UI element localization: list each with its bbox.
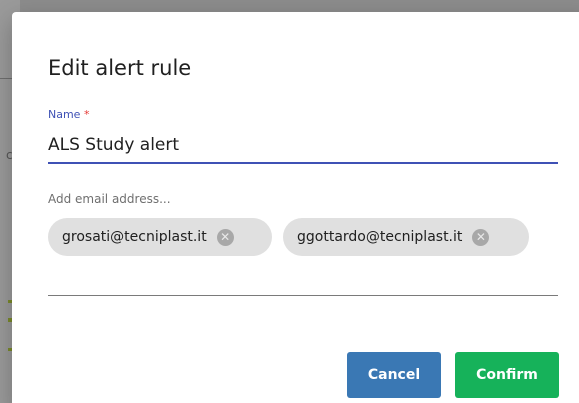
name-input[interactable]	[48, 130, 558, 160]
email-chip-label: ggottardo@tecniplast.it	[297, 229, 463, 245]
name-field-label: Name *	[48, 108, 89, 121]
dialog-title: Edit alert rule	[48, 56, 192, 80]
cancel-circle-icon[interactable]: ✕	[216, 228, 234, 246]
email-chip[interactable]: grosati@tecniplast.it ✕	[48, 218, 272, 256]
confirm-button[interactable]: Confirm	[455, 352, 559, 398]
cancel-button[interactable]: Cancel	[347, 352, 441, 398]
cancel-circle-icon[interactable]: ✕	[472, 228, 490, 246]
edit-alert-rule-dialog: Edit alert rule Name * Add email address…	[12, 12, 579, 403]
email-chip-label: grosati@tecniplast.it	[62, 229, 207, 245]
email-input-underline	[48, 295, 558, 296]
required-marker: *	[83, 108, 90, 121]
name-label-text: Name	[48, 108, 81, 121]
email-input[interactable]: Add email address...	[48, 192, 171, 206]
name-input-underline	[48, 162, 558, 164]
email-chip[interactable]: ggottardo@tecniplast.it ✕	[283, 218, 529, 256]
